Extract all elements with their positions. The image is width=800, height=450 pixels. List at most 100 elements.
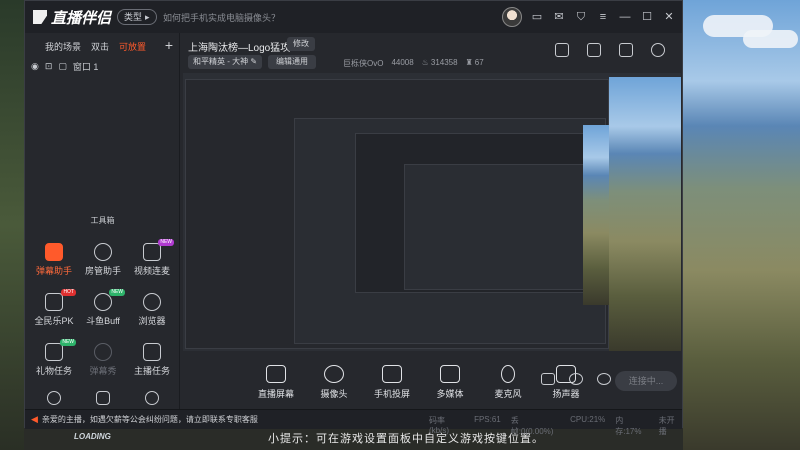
statusbar: ◀ 亲爱的主播，如遇欠薪等公会纠纷问题，请立即联系专职客服 码率(kb/s) F… [25,409,682,436]
source-controls: 直播屏幕 摄像头 手机投屏 多媒体 麦克风 扬声器 [255,365,587,400]
message-icon[interactable]: ✉ [552,10,566,24]
feedback-icon[interactable]: ▭ [530,10,544,24]
tool-label: 斗鱼Buff [86,316,120,326]
share-icon[interactable] [651,43,665,57]
flame-icon: ♨ [421,58,429,67]
tool-video-link[interactable]: NEW 视频连麦 [127,239,177,277]
avatar[interactable] [502,7,522,27]
stream-actions [541,373,611,385]
cpu: CPU:21% [570,415,606,424]
loading-text: LOADING [74,432,111,441]
gift-task-icon: NEW [45,339,76,361]
app-logo: 直播伴侣 [33,8,111,27]
close-icon[interactable]: ✕ [662,10,676,24]
tool-danmaku-show: 弹幕秀 [78,343,128,377]
room-id: 44008 [391,58,414,67]
search-icon [47,391,61,405]
fans-icon: ♜ [465,58,473,67]
tool-label: 礼物任务 [35,366,72,376]
shirt-icon[interactable]: ⛉ [574,10,588,24]
tool-label: 浏览器 [138,316,166,326]
screen-icon [266,365,286,383]
titlebar: 直播伴侣 类型 ▸ 如何把手机实成电脑摄像头？ ▭ ✉ ⛉ ≡ — ☐ ✕ [25,1,682,33]
tool-buff[interactable]: NEW 斗鱼Buff [78,289,128,327]
connect-button[interactable]: 连接中... [615,371,677,391]
type-button[interactable]: 类型 ▸ [117,9,157,25]
edit-common-button[interactable]: 编辑通用 [268,55,316,69]
scene-tabs: 我的场景 双击 可放置 [25,33,179,55]
control-label: 手机投屏 [373,389,410,399]
tool-admin[interactable]: 房管助手 [78,243,128,277]
background-game-view [683,0,800,450]
tool-more[interactable] [127,391,177,408]
tool-browser[interactable]: 浏览器 [127,293,177,327]
dropped-frames: 丢帧:0(0.00%) [510,416,554,436]
tool-anchor-task[interactable]: 主播任务 [127,343,177,377]
room-actions [555,43,665,57]
control-label: 多媒体 [436,389,464,399]
tool-label: 视频连麦 [133,266,170,276]
anchor-task-icon [143,343,161,361]
category-label: 和平精英 - 大神 [193,57,249,66]
shirt-icon[interactable] [587,43,601,57]
add-scene-button[interactable]: + [165,37,173,53]
category-selector[interactable]: 和平精英 - 大神 ✎ [188,55,263,69]
gear-icon[interactable] [597,373,611,385]
tip-link[interactable]: 如何把手机实成电脑摄像头？ [163,11,280,24]
window-icon: ▢ [58,60,67,71]
fps: FPS:61 [474,415,501,424]
house-icon [96,391,110,405]
memory: 内存:17% [615,416,642,436]
browser-icon [143,293,161,311]
camera-icon [324,365,344,383]
preview-mirror-3 [355,133,603,293]
title-actions: ▭ ✉ ⛉ ≡ — ☐ ✕ [502,7,676,27]
screen-source-button[interactable]: 直播屏幕 [255,365,297,400]
status-values: 码率(kb/s) FPS:61 丢帧:0(0.00%) CPU:21% 内存:1… [429,415,682,437]
eye-icon[interactable] [569,373,583,385]
app-window: 直播伴侣 类型 ▸ 如何把手机实成电脑摄像头？ ▭ ✉ ⛉ ≡ — ☐ ✕ 我的… [24,0,683,436]
phone-cast-icon [382,365,402,383]
record-icon[interactable] [541,373,555,385]
maximize-icon[interactable]: ☐ [640,10,654,24]
notice[interactable]: ◀ 亲爱的主播，如遇欠薪等公会纠纷问题，请立即联系专职客服 [31,414,258,425]
media-source-button[interactable]: 多媒体 [429,365,471,400]
buff-icon: NEW [94,289,125,311]
video-link-icon: NEW [143,239,174,261]
tool-pk[interactable]: HOT 全民乐PK [29,289,79,327]
pk-icon: HOT [45,289,76,311]
menu-icon[interactable]: ≡ [596,10,610,24]
tool-search[interactable] [29,391,79,408]
edit-title-button[interactable]: 修改 [287,37,315,51]
admin-icon [94,243,112,261]
control-label: 麦克风 [494,389,522,399]
media-icon [440,365,460,383]
live-preview[interactable] [183,73,681,351]
tab-placeable[interactable]: 可放置 [119,40,146,55]
control-label: 直播屏幕 [257,389,294,399]
preview-game-edge [609,77,681,351]
scene-panel: 我的场景 双击 可放置 + ◉ ⊡ ▢ 窗口 1 工具箱 弹幕助手 房管助手 N… [25,33,180,429]
room-fans: 67 [474,58,484,67]
tool-label: 弹幕秀 [89,366,117,376]
camera-source-button[interactable]: 摄像头 [313,365,355,400]
arrow-right-icon: ▸ [145,12,150,22]
room-user: 巨栎侠OvO [343,59,384,68]
scene-item[interactable]: ◉ ⊡ ▢ 窗口 1 [25,55,179,73]
eye-icon[interactable]: ◉ [31,61,39,72]
settings-panel-icon[interactable] [555,43,569,57]
tab-my-scenes[interactable]: 我的场景 [45,40,81,55]
tab-double-click[interactable]: 双击 [91,40,109,55]
tool-label: 房管助手 [84,266,121,276]
hot-badge: HOT [61,289,76,296]
tool-gift-task[interactable]: NEW 礼物任务 [29,339,79,377]
tool-house[interactable] [78,391,128,408]
tool-danmaku[interactable]: 弹幕助手 [29,243,79,277]
bell-icon[interactable] [619,43,633,57]
tool-label: 主播任务 [133,366,170,376]
minimize-icon[interactable]: — [618,10,632,24]
control-label: 扬声器 [552,389,580,399]
mic-button[interactable]: 麦克风 [487,365,529,400]
phone-cast-button[interactable]: 手机投屏 [371,365,413,400]
lock-icon[interactable]: ⊡ [45,61,53,72]
